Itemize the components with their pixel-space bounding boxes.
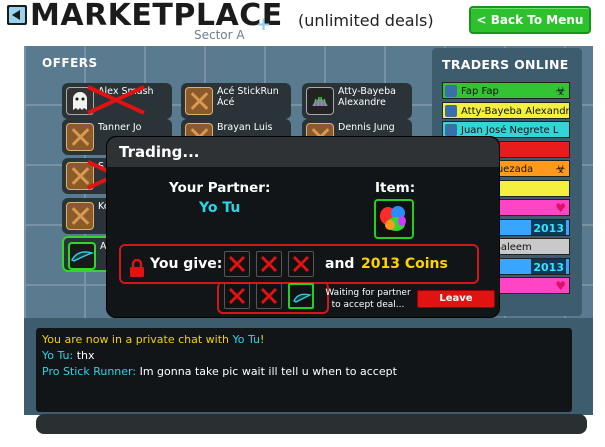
sector-label: Sector A — [194, 28, 245, 42]
give-slot[interactable] — [256, 283, 282, 309]
crate-icon — [185, 87, 213, 115]
partner-name: Yo Tu — [199, 200, 241, 216]
empty-x-icon — [228, 255, 246, 273]
offer-seller-name: Ácé StickRun Ácé — [217, 86, 279, 108]
trader-avatar-icon — [445, 85, 457, 97]
header: MARKETPLACE + Sector A (unlimited deals)… — [0, 0, 605, 46]
trader-badge-icon: ☣ — [555, 162, 566, 176]
chat-text: thx — [73, 349, 95, 362]
offer-seller-name: Tanner Jo — [98, 122, 142, 133]
offers-heading: OFFERS — [42, 56, 98, 70]
ghost-icon — [66, 87, 94, 115]
crate-icon — [66, 202, 94, 230]
trading-dialog: Trading... Your Partner: Yo Tu Item: You… — [106, 136, 500, 318]
waiting-status: Waiting for partner to accept deal... — [325, 288, 411, 310]
trader-name: Fap Fap — [461, 86, 499, 97]
page-subtitle: (unlimited deals) — [298, 11, 434, 30]
chat-highlight: Yo Tu — [232, 333, 261, 346]
offer-seller-name: Dennis Jung — [338, 122, 395, 133]
empty-x-icon — [260, 255, 278, 273]
empty-x-icon — [260, 287, 278, 305]
give-slot[interactable] — [288, 283, 314, 309]
chat-text: Im gonna take pic wait ill tell u when t… — [136, 365, 397, 378]
give-slot[interactable] — [224, 283, 250, 309]
chat-log: You are now in a private chat with Yo Tu… — [36, 328, 572, 412]
offer-seller-name: Atty-Bayeba Alexandre — [338, 86, 396, 108]
trader-avatar-icon — [445, 124, 457, 136]
trader-avatar-icon — [445, 104, 457, 117]
offer-seller-name: Brayan Luis — [217, 122, 273, 133]
chat-message: Pro Stick Runner: Im gonna take pic wait… — [42, 365, 397, 379]
marketplace-icon — [7, 5, 27, 25]
offer-card[interactable]: Alex Smash — [62, 83, 172, 119]
chat-input[interactable] — [36, 414, 587, 434]
leave-button[interactable]: Leave — [417, 290, 495, 308]
traders-heading: TRADERS ONLINE — [442, 57, 569, 72]
give-slot[interactable] — [256, 251, 282, 277]
skirt-icon — [306, 87, 334, 115]
hoverboard-icon — [293, 293, 312, 303]
you-give-label: You give: — [150, 256, 223, 272]
back-to-menu-button[interactable]: < Back To Menu — [469, 6, 591, 34]
trader-name: Juan José Negrete L — [461, 125, 559, 136]
give-slot[interactable] — [288, 251, 314, 277]
chat-message: You are now in a private chat with Yo Tu… — [42, 333, 264, 347]
and-label: and — [325, 256, 355, 272]
trader-row[interactable]: Atty-Bayeba Alexandre — [442, 101, 570, 119]
partner-label: Your Partner: — [169, 180, 271, 196]
chat-text: ! — [260, 333, 265, 346]
offer-seller-name: Alex Smash — [98, 86, 154, 97]
give-slot[interactable] — [224, 251, 250, 277]
item-label: Item: — [375, 180, 416, 196]
partner-item-slot[interactable] — [374, 199, 414, 239]
offer-card[interactable]: Ácé StickRun Ácé — [181, 83, 291, 119]
empty-x-icon — [292, 255, 310, 273]
paint-splatter-icon — [380, 206, 406, 231]
title-plus-icon: + — [256, 14, 272, 35]
chat-prefix: Yo Tu: — [42, 349, 74, 362]
dialog-title: Trading... — [119, 143, 200, 161]
lock-icon — [130, 259, 144, 277]
trader-badge-icon: 2013 — [531, 258, 566, 274]
chat-message: Yo Tu: thx — [42, 349, 95, 363]
trader-badge-icon: ♥ — [555, 279, 566, 293]
dialog-header: Trading... — [107, 137, 499, 167]
chat-prefix: You are now in a private chat with — [42, 333, 233, 346]
empty-x-icon — [228, 287, 246, 305]
crate-icon — [66, 162, 94, 190]
crate-icon — [66, 123, 94, 151]
trader-badge-icon: ☣ — [555, 84, 566, 98]
chat-prefix: Pro Stick Runner: — [42, 365, 137, 378]
offer-card[interactable]: Atty-Bayeba Alexandre — [302, 83, 412, 119]
board-icon — [68, 242, 96, 270]
coins-amount: 2013 Coins — [361, 256, 448, 272]
trader-badge-icon: ♥ — [555, 201, 566, 215]
trader-name: Atty-Bayeba Alexandre — [461, 105, 570, 117]
trader-badge-icon: 2013 — [531, 219, 566, 235]
trader-row[interactable]: Fap Fap ☣ — [442, 82, 570, 99]
